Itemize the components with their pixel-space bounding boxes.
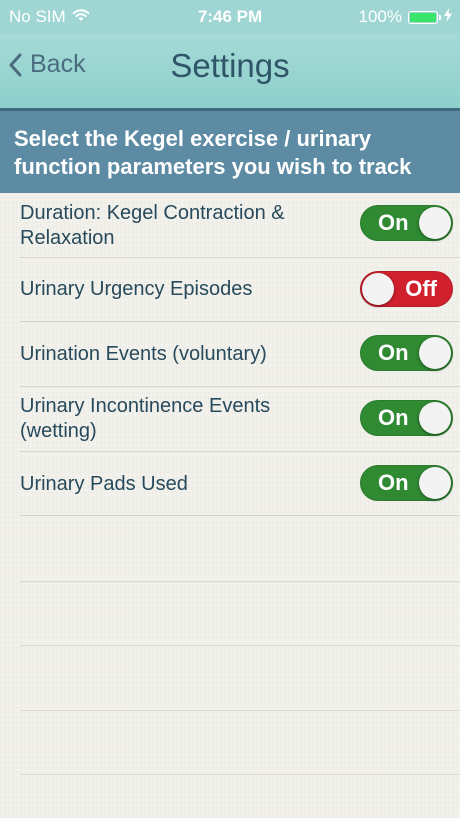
- incontinence-toggle[interactable]: On: [360, 400, 453, 436]
- toggle-knob: [419, 467, 451, 499]
- setting-row-urination: Urination Events (voluntary) On: [20, 322, 460, 387]
- setting-label: Urinary Pads Used: [20, 473, 188, 495]
- divider: [20, 710, 460, 711]
- urination-toggle[interactable]: On: [360, 335, 453, 371]
- instruction-banner: Select the Kegel exercise / urinary func…: [0, 108, 460, 193]
- toggle-state: Off: [405, 276, 437, 301]
- pads-toggle[interactable]: On: [360, 465, 453, 501]
- toggle-knob: [419, 402, 451, 434]
- toggle-knob: [419, 207, 451, 239]
- toggle-state: On: [378, 210, 409, 235]
- bolt-icon: [444, 7, 452, 27]
- toggle-knob: [419, 337, 451, 369]
- divider: [20, 645, 460, 646]
- setting-label: Duration: Kegel Contraction & Relaxation: [20, 202, 285, 249]
- setting-row-pads: Urinary Pads Used On: [20, 452, 460, 516]
- duration-toggle[interactable]: On: [360, 205, 453, 241]
- divider: [20, 581, 460, 582]
- setting-row-incontinence: Urinary Incontinence Events (wetting) On: [20, 387, 460, 452]
- setting-row-duration: Duration: Kegel Contraction & Relaxation…: [20, 193, 460, 258]
- status-right: 100%: [359, 7, 452, 27]
- settings-list: Duration: Kegel Contraction & Relaxation…: [0, 193, 460, 818]
- divider: [20, 774, 460, 775]
- setting-row-urgency: Urinary Urgency Episodes Off: [20, 258, 460, 322]
- battery-percent: 100%: [358, 7, 402, 26]
- page-title: Settings: [170, 47, 290, 84]
- setting-label: Urinary Urgency Episodes: [20, 278, 253, 300]
- toggle-state: On: [378, 405, 409, 430]
- toggle-knob: [362, 273, 394, 305]
- setting-label: Urination Events (voluntary): [20, 343, 267, 365]
- settings-screen: No SIM 7:46 PM 100% Back Settings Select…: [0, 0, 460, 818]
- nav-bar: Back Settings: [0, 34, 460, 142]
- urgency-toggle[interactable]: Off: [360, 271, 453, 307]
- battery-icon: [408, 10, 441, 24]
- toggle-state: On: [378, 340, 409, 365]
- banner-text: Select the Kegel exercise / urinary func…: [14, 126, 412, 179]
- toggle-state: On: [378, 470, 409, 495]
- setting-label: Urinary Incontinence Events (wetting): [20, 395, 271, 442]
- status-bar: No SIM 7:46 PM 100%: [0, 0, 460, 34]
